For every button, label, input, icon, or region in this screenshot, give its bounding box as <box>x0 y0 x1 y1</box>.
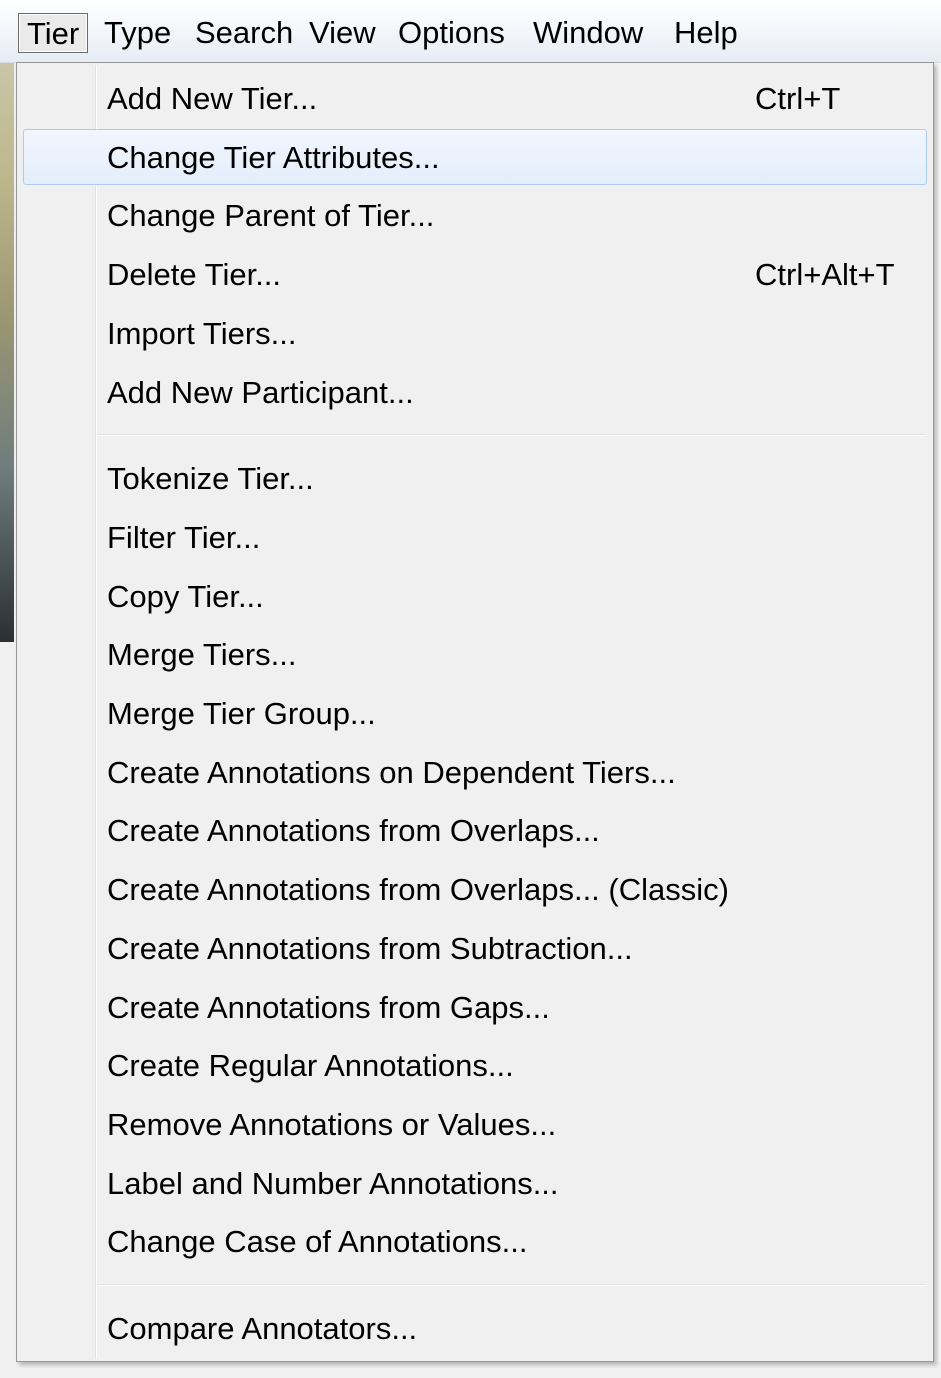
menu-item-create-annotations-from-subtraction[interactable]: Create Annotations from Subtraction... <box>23 920 927 976</box>
menu-item-label: Remove Annotations or Values... <box>107 1107 557 1142</box>
menu-item-copy-tier[interactable]: Copy Tier... <box>23 568 927 624</box>
menu-help[interactable]: Help <box>666 13 746 53</box>
menu-tier[interactable]: Tier <box>18 13 89 53</box>
menu-item-remove-annotations-or-values[interactable]: Remove Annotations or Values... <box>23 1096 927 1152</box>
menu-item-label: Create Regular Annotations... <box>107 1048 514 1083</box>
menu-item-label: Label and Number Annotations... <box>107 1166 559 1201</box>
menu-item-create-regular-annotations[interactable]: Create Regular Annotations... <box>23 1037 927 1093</box>
menu-item-label-and-number-annotations[interactable]: Label and Number Annotations... <box>23 1155 927 1211</box>
tier-dropdown-menu: Add New Tier... Ctrl+T Change Tier Attribu… <box>16 62 934 1362</box>
menu-item-label: Delete Tier... <box>107 257 282 292</box>
menu-item-label: Add New Participant... <box>107 375 414 410</box>
menu-item-shortcut: Ctrl+T <box>755 81 841 116</box>
menu-item-import-tiers[interactable]: Import Tiers... <box>23 305 927 361</box>
menu-item-label: Tokenize Tier... <box>107 461 314 496</box>
menu-item-merge-tier-group[interactable]: Merge Tier Group... <box>23 685 927 741</box>
menu-search[interactable]: Search <box>187 13 301 53</box>
menu-view[interactable]: View <box>301 13 384 53</box>
menu-item-label: Import Tiers... <box>107 316 297 351</box>
menu-item-label: Change Parent of Tier... <box>107 198 435 233</box>
menu-item-create-annotations-on-dependent-tiers[interactable]: Create Annotations on Dependent Tiers... <box>23 744 927 800</box>
menu-item-label: Change Tier Attributes... <box>107 140 440 175</box>
menu-bar: Tier Type Search View Options Window Hel… <box>0 0 941 63</box>
menu-type[interactable]: Type <box>96 13 179 53</box>
menu-item-create-annotations-from-overlaps[interactable]: Create Annotations from Overlaps... <box>23 802 927 858</box>
menu-item-label: Compare Annotators... <box>107 1311 418 1346</box>
menu-item-add-new-tier[interactable]: Add New Tier... Ctrl+T <box>23 70 927 126</box>
menu-item-create-annotations-from-overlaps-classic[interactable]: Create Annotations from Overlaps... (Cla… <box>23 861 927 917</box>
menu-item-label: Filter Tier... <box>107 520 261 555</box>
menu-item-label: Change Case of Annotations... <box>107 1224 528 1259</box>
menu-item-label: Merge Tiers... <box>107 637 297 672</box>
menu-item-label: Create Annotations from Subtraction... <box>107 931 633 966</box>
menu-item-change-parent-of-tier[interactable]: Change Parent of Tier... <box>23 187 927 243</box>
menu-item-label: Merge Tier Group... <box>107 696 376 731</box>
menu-item-filter-tier[interactable]: Filter Tier... <box>23 509 927 565</box>
menu-item-tokenize-tier[interactable]: Tokenize Tier... <box>23 450 927 506</box>
menu-item-change-tier-attributes[interactable]: Change Tier Attributes... <box>23 129 927 185</box>
menu-item-shortcut: Ctrl+Alt+T <box>755 257 895 292</box>
menu-separator <box>97 434 925 437</box>
menu-item-label: Create Annotations from Gaps... <box>107 990 550 1025</box>
menu-options[interactable]: Options <box>390 13 513 53</box>
menu-item-label: Copy Tier... <box>107 579 264 614</box>
menu-item-label: Create Annotations from Overlaps... <box>107 813 600 848</box>
menu-item-change-case-of-annotations[interactable]: Change Case of Annotations... <box>23 1213 927 1269</box>
menu-item-merge-tiers[interactable]: Merge Tiers... <box>23 626 927 682</box>
menu-item-label: Create Annotations on Dependent Tiers... <box>107 755 676 790</box>
menu-item-label: Add New Tier... <box>107 81 318 116</box>
menu-item-create-annotations-from-gaps[interactable]: Create Annotations from Gaps... <box>23 979 927 1035</box>
menu-item-add-new-participant[interactable]: Add New Participant... <box>23 364 927 420</box>
menu-window[interactable]: Window <box>525 13 651 53</box>
background-video-strip <box>0 62 14 642</box>
menu-item-delete-tier[interactable]: Delete Tier... Ctrl+Alt+T <box>23 246 927 302</box>
menu-separator <box>97 1284 925 1286</box>
menu-item-compare-annotators[interactable]: Compare Annotators... <box>23 1300 927 1356</box>
menu-item-label: Create Annotations from Overlaps... (Cla… <box>107 872 729 907</box>
